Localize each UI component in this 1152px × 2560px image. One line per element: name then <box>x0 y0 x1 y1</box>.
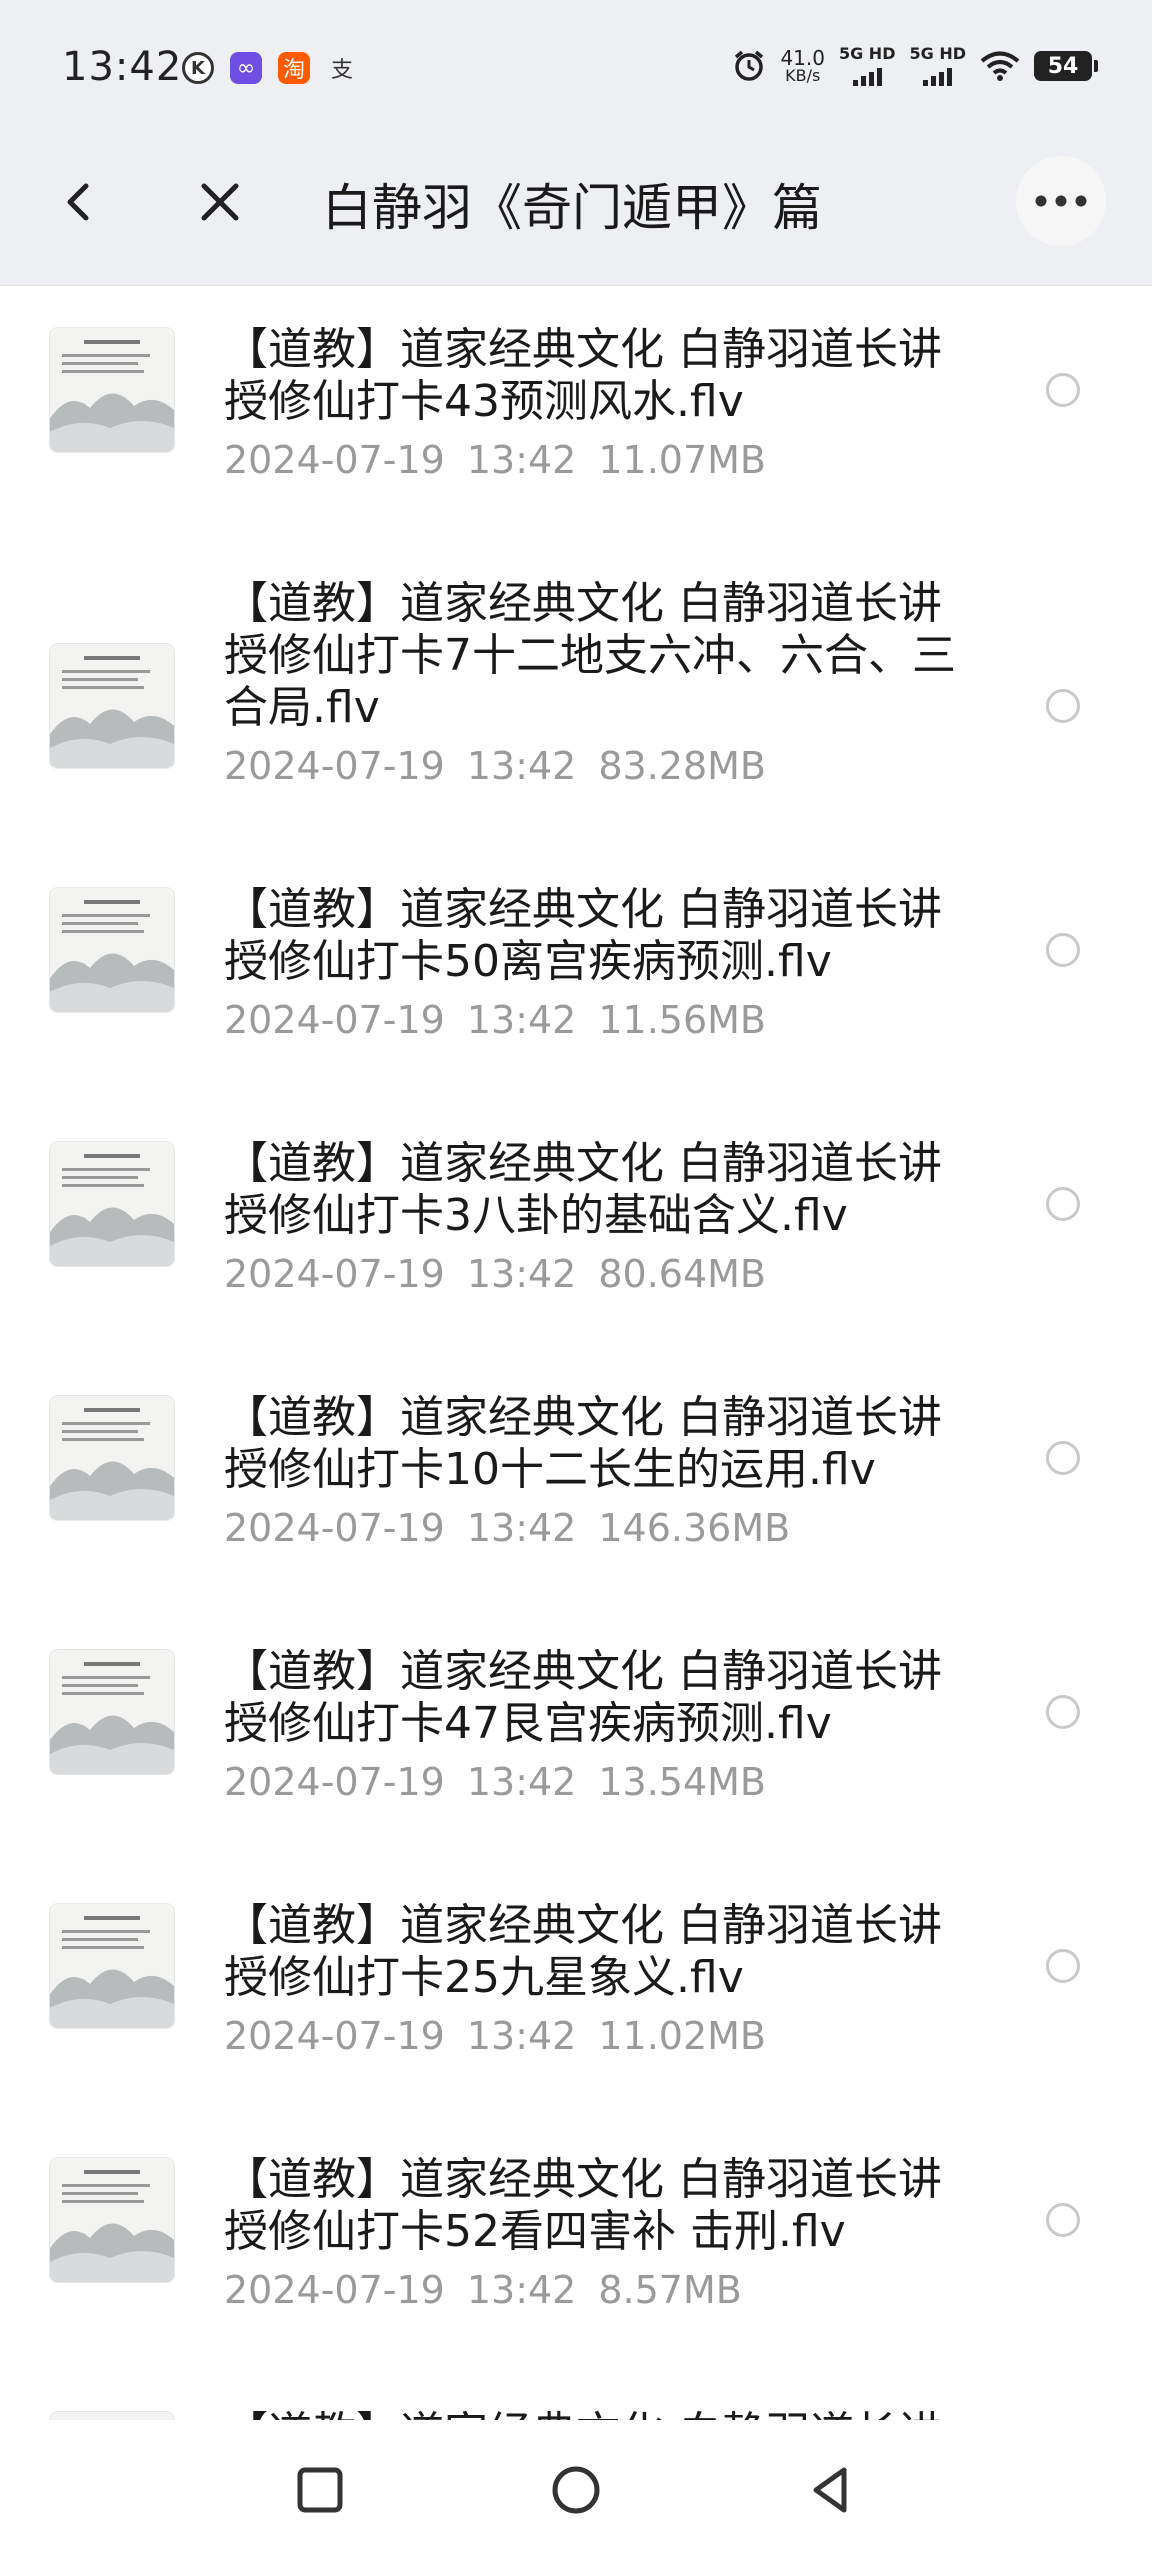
file-date: 2024-07-19 <box>224 744 445 788</box>
file-date: 2024-07-19 <box>224 438 445 482</box>
file-name: 【道教】道家经典文化 白静羽道长讲授 <box>224 2408 984 2420</box>
file-time: 13:42 <box>466 2268 577 2312</box>
file-list-item[interactable]: 【道教】道家经典文化 白静羽道长讲授修仙打卡10十二长生的运用.flv 2024-… <box>0 1354 1152 1608</box>
file-time: 13:42 <box>466 2014 577 2058</box>
network-speed: 41.0 KB/s <box>780 48 825 84</box>
page-title: 白静羽《奇门遁甲》篇 <box>322 179 822 237</box>
select-radio[interactable] <box>1046 689 1080 723</box>
more-options-button[interactable] <box>1016 156 1106 246</box>
signal-bars-icon <box>923 66 953 86</box>
video-thumbnail <box>50 888 174 1012</box>
k-app-icon: K <box>182 52 214 84</box>
back-triangle-icon[interactable] <box>804 2462 860 2518</box>
file-list-item[interactable]: 【道教】道家经典文化 白静羽道长讲授修仙打卡43预测风水.flv 2024-07-… <box>0 286 1152 540</box>
sim1-signal: 5G HD <box>838 44 896 86</box>
file-time: 13:42 <box>466 1760 577 1804</box>
video-thumbnail <box>50 2158 174 2282</box>
sim1-label: 5G HD <box>838 44 896 63</box>
file-name: 【道教】道家经典文化 白静羽道长讲授修仙打卡50离宫疾病预测.flv <box>224 884 942 987</box>
file-size: 13.54MB <box>598 1760 767 1804</box>
recent-apps-square-icon[interactable] <box>292 2462 348 2518</box>
app-header: 白静羽《奇门遁甲》篇 <box>0 116 1152 286</box>
file-size: 80.64MB <box>598 1252 767 1296</box>
file-date: 2024-07-19 <box>224 1506 445 1550</box>
video-thumbnail <box>50 644 174 768</box>
file-list-item[interactable]: 【道教】道家经典文化 白静羽道长讲授修仙打卡52看四害补 击刑.flv 2024-… <box>0 2116 1152 2370</box>
file-meta: 2024-07-19 13:42 13.54MB <box>224 1760 766 1804</box>
file-time: 13:42 <box>466 438 577 482</box>
file-time: 13:42 <box>466 1252 577 1296</box>
file-date: 2024-07-19 <box>224 998 445 1042</box>
wifi-icon <box>980 51 1020 81</box>
video-thumbnail <box>50 1904 174 2028</box>
file-list-item[interactable]: 【道教】道家经典文化 白静羽道长讲授修仙打卡25九星象义.flv 2024-07-… <box>0 1862 1152 2116</box>
file-time: 13:42 <box>466 744 577 788</box>
file-size: 8.57MB <box>598 2268 742 2312</box>
file-size: 11.02MB <box>598 2014 767 2058</box>
video-thumbnail <box>50 1142 174 1266</box>
alarm-icon <box>735 50 764 81</box>
file-time: 13:42 <box>466 1506 577 1550</box>
video-thumbnail <box>50 2412 174 2420</box>
file-time: 13:42 <box>466 998 577 1042</box>
signal-bars-icon <box>852 66 882 86</box>
file-list[interactable]: 【道教】道家经典文化 白静羽道长讲授修仙打卡43预测风水.flv 2024-07-… <box>0 286 1152 2420</box>
status-indicators: 41.0 KB/s 5G HD 5G HD 54 <box>732 44 1098 86</box>
file-name: 【道教】道家经典文化 白静羽道长讲授修仙打卡47艮宫疾病预测.flv <box>224 1646 942 1749</box>
file-list-item[interactable]: 【道教】道家经典文化 白静羽道长讲授 <box>0 2370 1152 2420</box>
video-thumbnail <box>50 1650 174 1774</box>
file-date: 2024-07-19 <box>224 1252 445 1296</box>
file-name: 【道教】道家经典文化 白静羽道长讲授修仙打卡43预测风水.flv <box>224 324 942 427</box>
select-radio[interactable] <box>1046 1695 1080 1729</box>
back-arrow-icon[interactable] <box>50 172 110 232</box>
file-meta: 2024-07-19 13:42 146.36MB <box>224 1506 790 1550</box>
file-date: 2024-07-19 <box>224 2014 445 2058</box>
sim2-label: 5G HD <box>909 44 966 63</box>
file-list-item[interactable]: 【道教】道家经典文化 白静羽道长讲授修仙打卡7十二地支六冲、六合、三合局.flv… <box>0 540 1152 846</box>
file-name: 【道教】道家经典文化 白静羽道长讲授修仙打卡3八卦的基础含义.flv <box>224 1138 942 1241</box>
file-size: 146.36MB <box>598 1506 791 1550</box>
file-name: 【道教】道家经典文化 白静羽道长讲授修仙打卡25九星象义.flv <box>224 1900 942 2003</box>
status-bar: 13:42 K ∞ 淘支 41.0 KB/s 5G HD 5G HD 54 <box>0 0 1152 116</box>
select-radio[interactable] <box>1046 1187 1080 1221</box>
file-meta: 2024-07-19 13:42 8.57MB <box>224 2268 742 2312</box>
file-date: 2024-07-19 <box>224 1760 445 1804</box>
network-speed-unit: KB/s <box>785 66 821 85</box>
file-date: 2024-07-19 <box>224 2268 445 2312</box>
select-radio[interactable] <box>1046 373 1080 407</box>
file-name: 【道教】道家经典文化 白静羽道长讲授修仙打卡7十二地支六冲、六合、三合局.flv <box>224 578 956 733</box>
system-nav-bar <box>0 2420 1152 2560</box>
select-radio[interactable] <box>1046 933 1080 967</box>
select-radio[interactable] <box>1046 2203 1080 2237</box>
video-thumbnail <box>50 328 174 452</box>
taobao-app-icon: 淘 <box>278 52 310 84</box>
file-size: 11.07MB <box>598 438 767 482</box>
file-meta: 2024-07-19 13:42 11.56MB <box>224 998 766 1042</box>
file-meta: 2024-07-19 13:42 11.02MB <box>224 2014 766 2058</box>
sim2-signal: 5G HD <box>909 46 966 86</box>
video-thumbnail <box>50 1396 174 1520</box>
select-radio[interactable] <box>1046 1949 1080 1983</box>
file-name: 【道教】道家经典文化 白静羽道长讲授修仙打卡52看四害补 击刑.flv <box>224 2154 942 2257</box>
infinity-app-icon: ∞ <box>230 52 262 84</box>
select-radio[interactable] <box>1046 1441 1080 1475</box>
file-list-item[interactable]: 【道教】道家经典文化 白静羽道长讲授修仙打卡50离宫疾病预测.flv 2024-0… <box>0 846 1152 1100</box>
file-list-item[interactable]: 【道教】道家经典文化 白静羽道长讲授修仙打卡47艮宫疾病预测.flv 2024-0… <box>0 1608 1152 1862</box>
home-circle-icon[interactable] <box>548 2462 604 2518</box>
file-meta: 2024-07-19 13:42 11.07MB <box>224 438 766 482</box>
file-meta: 2024-07-19 13:42 80.64MB <box>224 1252 766 1296</box>
file-meta: 2024-07-19 13:42 83.28MB <box>224 744 766 788</box>
close-icon[interactable] <box>190 172 250 232</box>
more-dots-icon <box>1035 195 1087 207</box>
file-size: 83.28MB <box>598 744 767 788</box>
file-list-item[interactable]: 【道教】道家经典文化 白静羽道长讲授修仙打卡3八卦的基础含义.flv 2024-0… <box>0 1100 1152 1354</box>
battery-icon: 54 <box>1034 51 1098 81</box>
status-time: 13:42 <box>62 44 183 90</box>
file-size: 11.56MB <box>598 998 767 1042</box>
network-speed-value: 41.0 <box>780 46 825 70</box>
file-name: 【道教】道家经典文化 白静羽道长讲授修仙打卡10十二长生的运用.flv <box>224 1392 942 1495</box>
alipay-app-icon: 支 <box>326 52 358 84</box>
